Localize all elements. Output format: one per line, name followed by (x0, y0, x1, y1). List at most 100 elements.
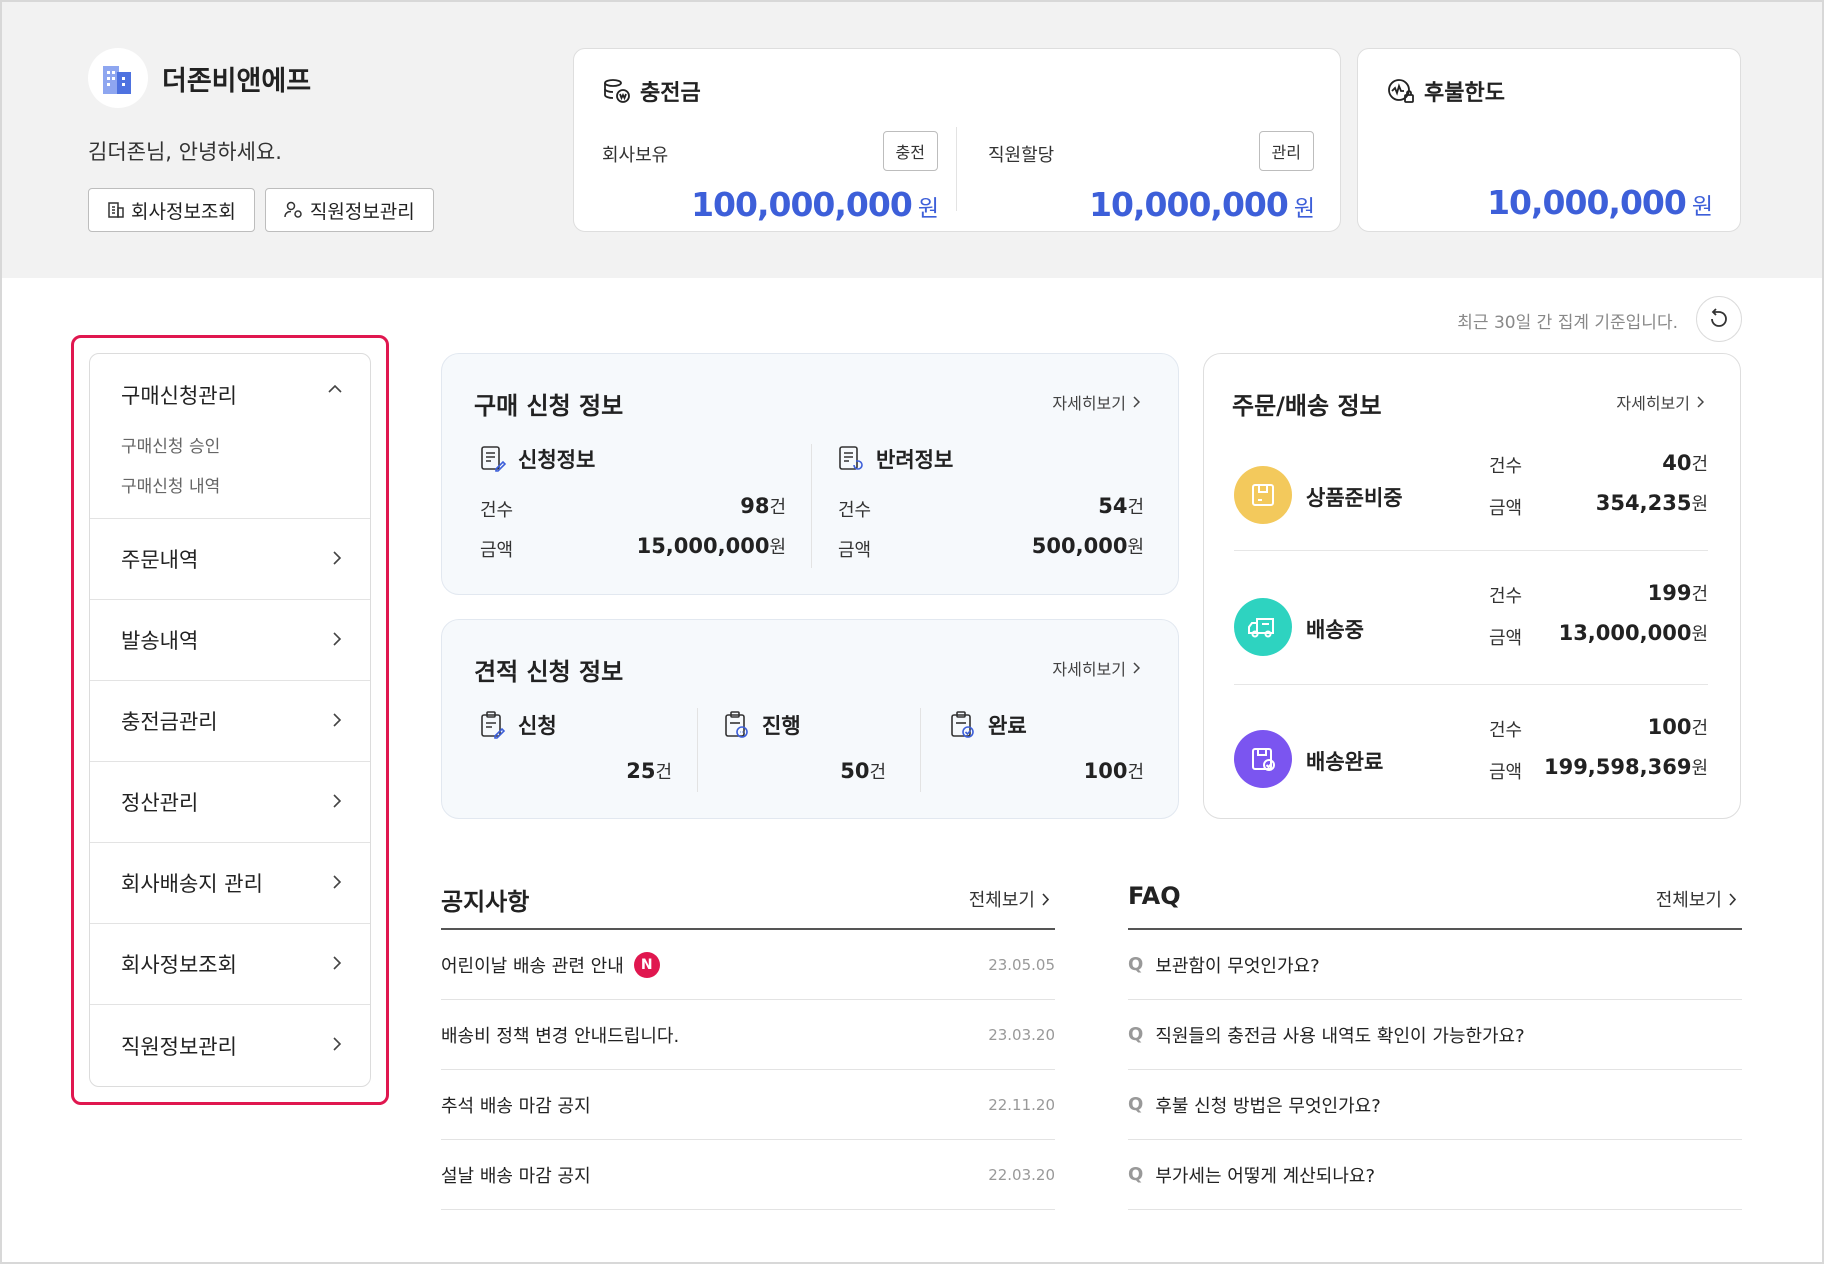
value: 199,598,369 (1543, 755, 1692, 779)
menu-item-label: 주문내역 (121, 548, 199, 572)
estimate-progress-label: 진행 (762, 714, 801, 738)
value: 500,000 (1031, 534, 1128, 558)
notice-row[interactable]: 설날 배송 마감 공지 22.03.20 (441, 1140, 1055, 1210)
charge-divider (956, 127, 957, 211)
count-label: 건수 (1489, 456, 1523, 477)
employee-allocation-label: 직원할당 (988, 145, 1055, 166)
chevron-right-icon (1133, 662, 1140, 674)
deferred-title-text: 후불한도 (1424, 81, 1505, 106)
menu-item-label: 충전금관리 (121, 710, 218, 734)
faq-view-all-link[interactable]: 전체보기 (1656, 886, 1736, 912)
estimate-progress-head: 진행 (724, 710, 801, 740)
question-mark: Q (1128, 954, 1144, 975)
estimate-done-head: 완료 (950, 710, 1027, 740)
notice-row[interactable]: 어린이날 배송 관련 안내 N 23.05.05 (441, 930, 1055, 1000)
chevron-right-icon (333, 551, 342, 565)
chevron-right-icon (1042, 892, 1049, 906)
estimate-requested-label: 신청 (518, 714, 557, 738)
notice-row-date: 23.03.20 (988, 1025, 1055, 1044)
deferred-amount-value: 10,000,000 (1487, 183, 1687, 222)
faq-row[interactable]: Q 부가세는 어떻게 계산되나요? (1128, 1140, 1742, 1210)
notice-row-title: 추석 배송 마감 공지 (441, 1095, 591, 1117)
menu-sub-item[interactable]: 구매신청 승인 (121, 432, 220, 457)
faq-board: FAQ 전체보기 Q 보관함이 무엇인가요? Q 직원들의 충전금 사용 내역도 확… (1128, 878, 1742, 1210)
notice-row[interactable]: 추석 배송 마감 공지 22.11.20 (441, 1070, 1055, 1140)
menu-item-orders[interactable]: 주문내역 (90, 519, 370, 600)
chevron-right-icon (333, 875, 342, 889)
notice-row[interactable]: 배송비 정책 변경 안내드립니다. 23.03.20 (441, 1000, 1055, 1070)
delivered-amount: 199,598,369원 (1544, 754, 1708, 780)
more-label: 자세히보기 (1052, 394, 1126, 413)
menu-item-charge[interactable]: 충전금관리 (90, 681, 370, 762)
notice-row-date: 23.05.05 (988, 955, 1055, 974)
purchase-more-link[interactable]: 자세히보기 (1052, 390, 1140, 414)
menu-item-employee-info[interactable]: 직원정보관리 (90, 1005, 370, 1086)
view-all-label: 전체보기 (1655, 890, 1722, 911)
amount-label: 금액 (1489, 628, 1523, 649)
menu-item-company-address[interactable]: 회사배송지 관리 (90, 843, 370, 924)
menu-group-title[interactable]: 구매신청관리 (121, 380, 237, 410)
faq-row[interactable]: Q 후불 신청 방법은 무엇인가요? (1128, 1070, 1742, 1140)
faq-question: 보관함이 무엇인가요? (1155, 955, 1320, 977)
deferred-amount-currency: 원 (1691, 194, 1713, 220)
purchase-divider (811, 444, 812, 568)
order-status-name: 배송중 (1306, 618, 1364, 642)
manage-button[interactable]: 관리 (1258, 131, 1314, 171)
new-badge: N (633, 951, 660, 978)
faq-row[interactable]: Q 직원들의 충전금 사용 내역도 확인이 가능한가요? (1128, 1000, 1742, 1070)
company-amount-currency: 원 (917, 196, 939, 222)
employee-amount-value: 10,000,000 (1089, 185, 1289, 224)
notice-view-all-link[interactable]: 전체보기 (969, 886, 1049, 912)
chevron-up-icon[interactable] (328, 384, 342, 394)
estimate-request-card: 견적 신청 정보 자세히보기 신청 25건 진행 50건 완료 100건 (441, 619, 1179, 819)
amount-label: 금액 (1489, 762, 1523, 783)
charge-title-text: 충전금 (640, 81, 701, 106)
more-label: 자세히보기 (1052, 660, 1126, 679)
employee-allocation-amount: 10,000,000 원 (1089, 185, 1315, 224)
employee-info-button[interactable]: 직원정보관리 (264, 188, 434, 232)
purchase-request-card: 구매 신청 정보 자세히보기 신청정보 건수 98건 금액 15,000,000… (441, 353, 1179, 595)
menu-item-label: 회사배송지 관리 (121, 872, 263, 896)
estimate-more-link[interactable]: 자세히보기 (1052, 656, 1140, 680)
truck-icon (1234, 598, 1292, 656)
company-balance-amount: 100,000,000 원 (691, 185, 939, 224)
request-info-head: 신청정보 (480, 444, 595, 474)
menu-item-settlement[interactable]: 정산관리 (90, 762, 370, 843)
estimate-progress-count: 50건 (840, 758, 886, 784)
menu-item-shipments[interactable]: 발송내역 (90, 600, 370, 681)
greeting-text: 김더존님, 안녕하세요. (88, 140, 282, 164)
value: 354,235 (1595, 491, 1692, 515)
menu-sub-item[interactable]: 구매신청 내역 (121, 472, 220, 497)
faq-row[interactable]: Q 보관함이 무엇인가요? (1128, 930, 1742, 1000)
company-info-button[interactable]: 회사정보조회 (88, 188, 255, 232)
shipping-amount: 13,000,000원 (1559, 620, 1708, 646)
value: 98 (740, 494, 770, 518)
estimate-requested-head: 신청 (480, 710, 557, 740)
company-balance-label: 회사보유 (602, 145, 669, 166)
charge-button[interactable]: 충전 (882, 131, 938, 171)
order-status-name: 배송완료 (1306, 750, 1384, 774)
unit: 건 (1127, 762, 1144, 783)
notice-header: 공지사항 전체보기 (441, 878, 1055, 930)
unit: 건 (1691, 718, 1708, 739)
refresh-button[interactable] (1696, 296, 1742, 342)
view-all-label: 전체보기 (968, 890, 1035, 911)
company-brand: 더존비앤에프 (88, 48, 311, 108)
order-status-name: 상품준비중 (1306, 486, 1403, 510)
estimate-requested-count: 25건 (626, 758, 672, 784)
chevron-right-icon (333, 794, 342, 808)
count-label: 건수 (1489, 586, 1523, 607)
purchase-title: 구매 신청 정보 (474, 392, 624, 420)
menu-item-company-info[interactable]: 회사정보조회 (90, 924, 370, 1005)
side-menu: 구매신청관리 구매신청 승인 구매신청 내역 주문내역 발송내역 충전금관리 정… (89, 353, 371, 1087)
employee-info-label: 직원정보관리 (309, 200, 415, 223)
question-mark: Q (1128, 1094, 1144, 1115)
value: 100 (1647, 715, 1692, 739)
orders-more-link[interactable]: 자세히보기 (1616, 390, 1704, 414)
unit: 건 (769, 497, 786, 518)
request-amount-label: 금액 (480, 540, 514, 561)
clipboard-progress-icon (725, 711, 748, 738)
orders-title: 주문/배송 정보 (1232, 392, 1382, 420)
reject-info-head: 반려정보 (838, 444, 953, 474)
unit: 원 (1691, 624, 1708, 645)
